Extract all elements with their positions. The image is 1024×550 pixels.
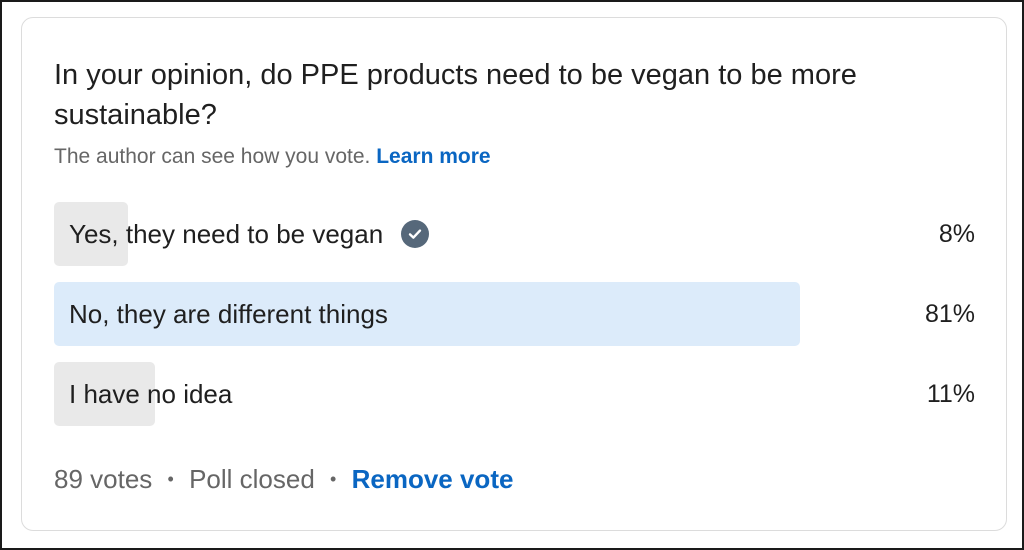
poll-option-label: Yes, they need to be vegan: [69, 219, 384, 249]
poll-status: Poll closed: [189, 464, 315, 494]
poll-option: Yes, they need to be vegan 8%: [54, 202, 975, 266]
checkmark-glyph: [408, 229, 422, 239]
poll-option: I have no idea 11%: [54, 362, 975, 426]
privacy-note: The author can see how you vote. Learn m…: [54, 144, 491, 170]
poll-option-label-wrap: No, they are different things: [69, 282, 388, 346]
poll-option-percent: 8%: [938, 220, 975, 248]
poll-option-label: No, they are different things: [69, 299, 388, 329]
vote-count: 89 votes: [54, 464, 153, 494]
separator-dot: •: [330, 469, 337, 489]
poll-option: No, they are different things 81%: [54, 282, 975, 346]
privacy-note-text: The author can see how you vote.: [54, 145, 371, 168]
poll-question: In your opinion, do PPE products need to…: [54, 59, 857, 131]
poll-footer: 89 votes • Poll closed • Remove vote: [54, 462, 513, 499]
check-circle-icon: [401, 220, 430, 248]
learn-more-link[interactable]: Learn more: [376, 145, 490, 168]
poll-option-percent: 11%: [926, 380, 975, 408]
remove-vote-link[interactable]: Remove vote: [352, 464, 514, 494]
poll-option-percent: 81%: [924, 300, 975, 328]
poll-option-label-wrap: I have no idea: [69, 362, 232, 426]
separator-dot: •: [167, 469, 174, 489]
poll-option-label-wrap: Yes, they need to be vegan: [69, 202, 430, 266]
poll-option-label: I have no idea: [69, 379, 233, 409]
